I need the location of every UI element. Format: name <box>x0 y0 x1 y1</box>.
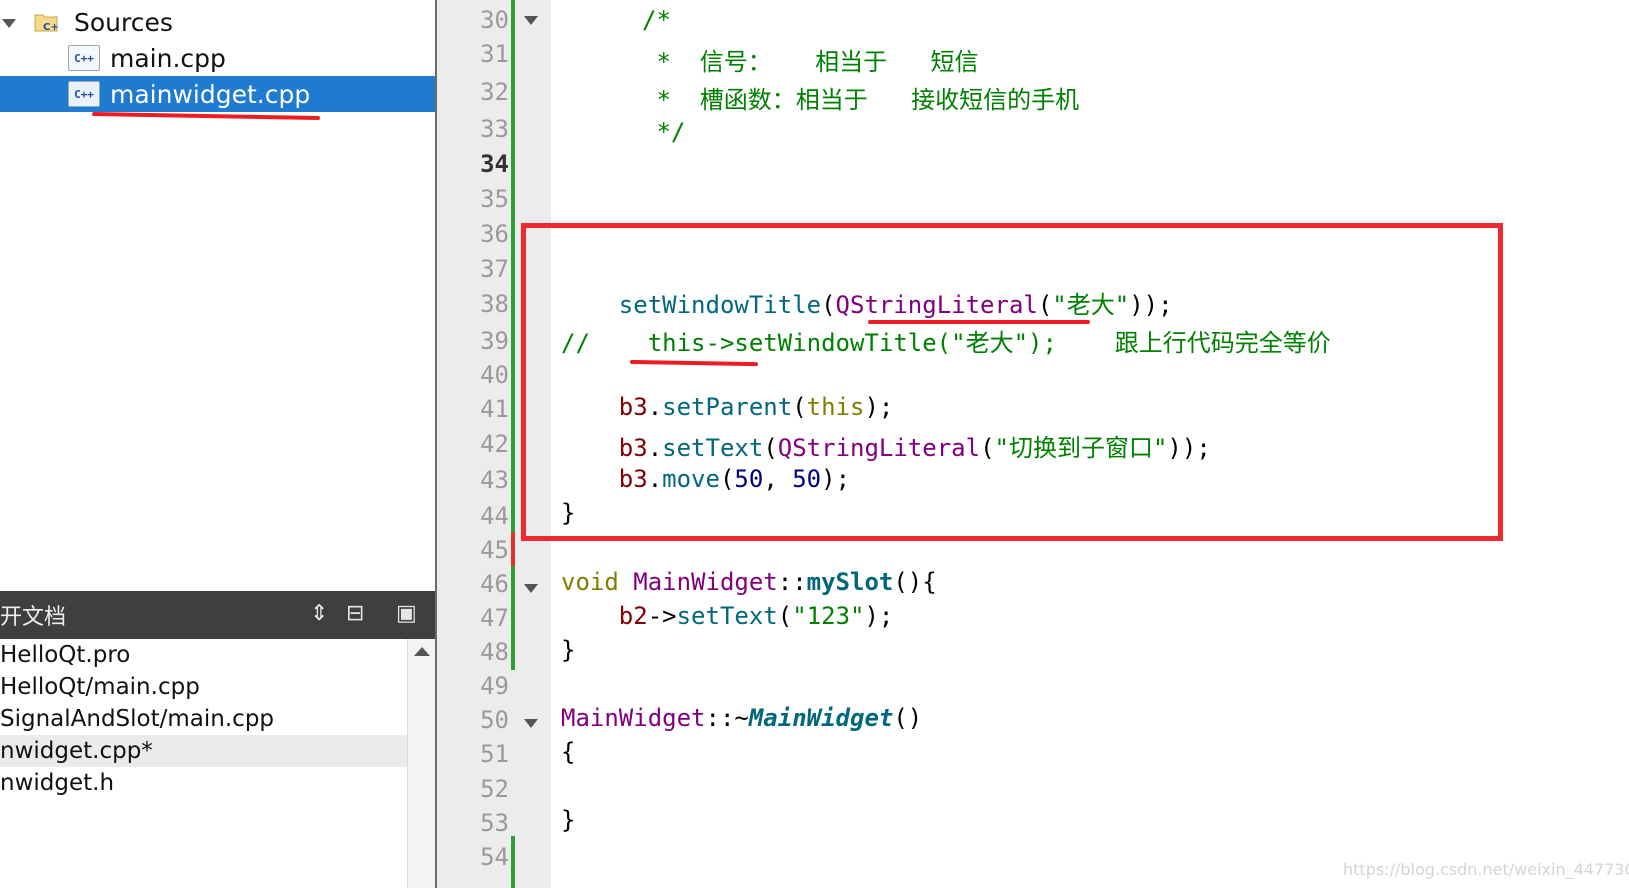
sort-updown-icon[interactable]: ⇕ <box>310 603 328 625</box>
code-line-53: } <box>561 806 576 834</box>
code-line-51: { <box>561 738 576 766</box>
code-line-48: } <box>561 636 576 664</box>
code-line-31: * 信号： 相当于 短信 <box>642 48 979 76</box>
line-number: 43 <box>480 466 509 494</box>
line-number: 47 <box>480 604 509 632</box>
line-number: 42 <box>480 430 509 458</box>
line-number: 33 <box>480 115 509 143</box>
line-number: 45 <box>480 536 509 564</box>
line-number: 51 <box>480 740 509 768</box>
split-icon[interactable]: ⊟ <box>346 603 364 625</box>
line-number: 40 <box>480 361 509 389</box>
line-number: 41 <box>480 395 509 423</box>
list-item[interactable]: nwidget.h <box>0 767 407 799</box>
fold-arrow-icon[interactable] <box>524 16 538 25</box>
line-number: 44 <box>480 502 509 530</box>
tree-label-sources: Sources <box>74 7 173 37</box>
code-line-33: */ <box>642 118 686 146</box>
watermark-text: https://blog.csdn.net/weixin_44773006 <box>1343 860 1629 879</box>
line-number: 34 <box>480 150 509 178</box>
tree-file-main-cpp[interactable]: C++ main.cpp <box>0 40 435 76</box>
line-number: 49 <box>480 672 509 700</box>
tree-label-main-cpp: main.cpp <box>110 43 226 73</box>
fold-arrow-icon[interactable] <box>524 719 538 728</box>
line-number: 48 <box>480 638 509 666</box>
change-marker-added <box>511 0 515 152</box>
change-marker-removed <box>511 532 515 566</box>
red-underline-annotation <box>91 112 321 120</box>
folder-icon: C+ <box>34 14 59 33</box>
code-line-47: b2->setText("123"); <box>618 602 894 630</box>
line-number: 50 <box>480 706 509 734</box>
line-number: 35 <box>480 185 509 213</box>
list-item[interactable]: nwidget.cpp* <box>0 735 407 767</box>
vertical-scrollbar[interactable] <box>407 639 436 888</box>
line-number: 37 <box>480 255 509 283</box>
code-line-32: * 槽函数：相当于 接收短信的手机 <box>642 86 1080 114</box>
line-number: 32 <box>480 78 509 106</box>
line-number: 53 <box>480 809 509 837</box>
line-number: 36 <box>480 220 509 248</box>
line-number: 39 <box>480 327 509 355</box>
chevron-down-icon[interactable] <box>2 19 16 28</box>
fold-arrow-icon[interactable] <box>524 584 538 593</box>
code-line-46: void MainWidget::mySlot(){ <box>561 568 937 596</box>
red-highlight-box <box>521 223 1503 541</box>
tree-label-mainwidget-cpp: mainwidget.cpp <box>110 79 311 109</box>
list-item[interactable]: SignalAndSlot/main.cpp <box>0 703 407 735</box>
svg-text:C+: C+ <box>43 22 59 33</box>
line-number: 38 <box>480 290 509 318</box>
change-marker-added <box>511 836 515 888</box>
close-pane-icon[interactable]: ▣ <box>396 603 417 625</box>
open-documents-title: 开文档 <box>0 605 67 630</box>
tree-folder-sources[interactable]: C+ Sources <box>0 4 435 40</box>
cpp-file-icon: C++ <box>68 81 100 107</box>
code-line-50: MainWidget::~MainWidget() <box>561 704 923 732</box>
line-number: 54 <box>480 843 509 871</box>
tree-file-mainwidget-cpp[interactable]: C++ mainwidget.cpp <box>0 76 435 112</box>
open-documents-header: 开文档 ⇕ ⊟ ▣ <box>0 591 435 639</box>
list-item[interactable]: HelloQt/main.cpp <box>0 671 407 703</box>
cpp-file-icon: C++ <box>68 45 100 71</box>
line-number: 30 <box>480 6 509 34</box>
list-item[interactable]: HelloQt.pro <box>0 639 407 671</box>
line-number: 46 <box>480 570 509 598</box>
open-documents-list: HelloQt.pro HelloQt/main.cpp SignalAndSl… <box>0 639 407 888</box>
project-sidebar: C+ Sources C++ main.cpp C++ mainwidget.c… <box>0 0 436 888</box>
change-marker-added <box>511 566 515 670</box>
line-number: 52 <box>480 775 509 803</box>
line-number: 31 <box>480 40 509 68</box>
change-marker-added <box>511 152 515 532</box>
code-line-30: /* <box>642 6 671 34</box>
scroll-up-icon[interactable] <box>414 647 430 656</box>
